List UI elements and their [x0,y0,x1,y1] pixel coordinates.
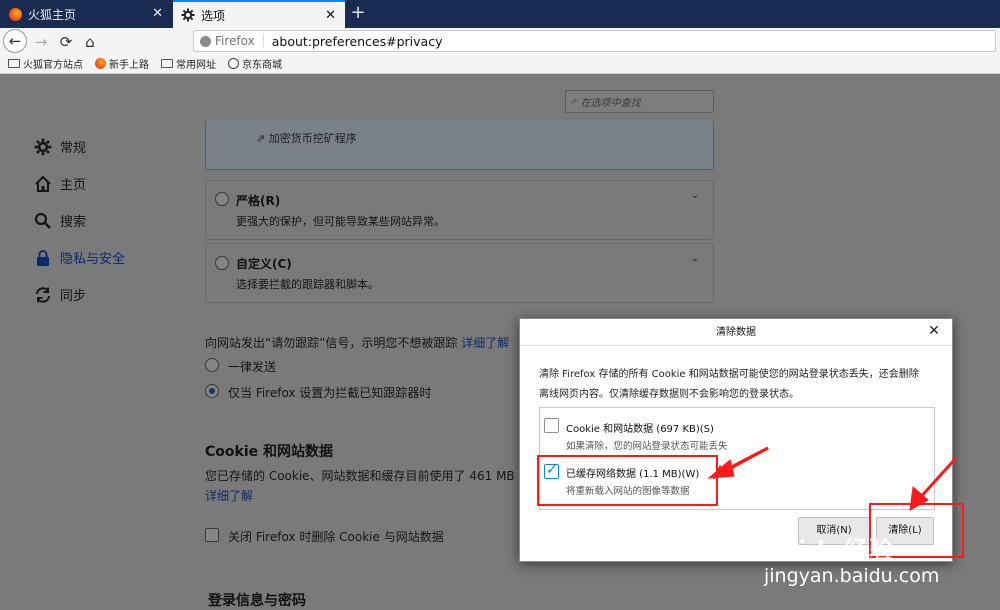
gear-icon [34,138,52,156]
tab-title: 火狐主页 [28,7,77,22]
cookies-heading: Cookie 和网站数据 [205,444,333,460]
bookmark-item[interactable]: 火狐官方站点 [8,56,83,71]
logins-heading: 登录信息与密码 [208,593,306,609]
gear-icon [181,8,195,22]
firefox-logo-icon [8,7,22,21]
strict-title: 严格(R) [236,194,281,208]
search-icon: ⌕ [571,96,577,107]
close-tab-icon[interactable]: ✕ [152,6,163,21]
chevron-down-icon[interactable]: ⌄ [691,253,699,264]
cryptominer-label: ⇗ 加密货币挖矿程序 [256,132,357,145]
home-icon [34,175,52,193]
home-button[interactable]: ⌂ [79,31,101,53]
category-label: 隐私与安全 [60,252,126,267]
new-tab-button[interactable]: + [346,2,370,26]
identity-label: Firefox [215,34,255,48]
delete-on-close-label: 关闭 Firefox 时删除 Cookie 与网站数据 [228,530,444,544]
cookies-usage-desc: 您已存储的 Cookie、网站数据和缓存目前使用了 461 MB 磁盘 [205,469,543,483]
custom-title: 自定义(C) [236,257,292,271]
bookmarks-bar: 火狐官方站点 新手上路 常用网址 京东商城 [0,54,1000,74]
category-search[interactable]: 搜索 [34,211,86,230]
dnt-learn-more-link[interactable]: 详细了解 [461,336,509,350]
category-label: 主页 [60,178,87,193]
dnt-tracking-only-radio[interactable] [205,384,219,398]
dnt-tracking-only-label: 仅当 Firefox 设置为拦截已知跟踪器时 [228,386,432,400]
url-text[interactable]: about:preferences#privacy [270,34,443,49]
category-home[interactable]: 主页 [34,174,86,193]
dialog-description: 清除 Firefox 存储的所有 Cookie 和网站数据可能使您的网站登录状态… [539,369,919,400]
close-icon[interactable]: ✕ [925,322,943,340]
cookies-learn-more-link[interactable]: 详细了解 [205,487,253,504]
firefox-logo-icon [200,35,211,47]
category-label: 搜索 [60,215,87,230]
forward-arrow-icon: → [34,33,48,51]
back-arrow-icon: ← [8,32,22,50]
custom-desc: 选择要拦截的跟踪器和脚本。 [236,278,379,291]
bookmark-label: 常用网址 [176,60,216,71]
cookies-site-data-desc: 如果清除，您的网站登录状态可能丢失 [566,441,728,452]
lock-icon [34,249,52,267]
annotation-highlight-cache [537,455,718,506]
identity-box[interactable]: Firefox [200,34,264,48]
delete-on-close-checkbox[interactable] [205,528,219,542]
bookmark-label: 火狐官方站点 [23,60,83,71]
category-label: 常规 [60,141,87,156]
standard-protection-box: ⇗ 加密货币挖矿程序 [205,120,714,170]
firefox-logo-icon [95,58,106,69]
sync-icon [34,286,52,304]
dialog-title: 清除数据 [520,319,952,346]
cookies-site-data-label: Cookie 和网站数据 (697 KB)(S) [566,424,714,435]
reload-button[interactable]: ⟳ [55,31,77,53]
preferences-search-input[interactable]: ⌕ 在选项中查找 [565,90,714,113]
bookmark-label: 新手上路 [109,60,149,71]
dnt-text: 向网站发出“请勿跟踪”信号，示明您不想被跟踪 [205,336,458,350]
custom-radio[interactable] [215,256,229,270]
category-general[interactable]: 常规 [34,137,86,156]
bookmark-label: 京东商城 [242,60,282,71]
search-icon [34,212,52,230]
home-icon: ⌂ [85,33,95,51]
baidu-jingyan-watermark: Baidu经验 [762,536,894,564]
chevron-down-icon[interactable]: ⌄ [691,190,699,201]
strict-radio[interactable] [215,192,229,206]
strict-desc: 更强大的保护，但可能导致某些网站异常。 [236,215,445,228]
dnt-always-radio[interactable] [205,358,219,372]
strict-option-box[interactable]: 严格(R) 更强大的保护，但可能导致某些网站异常。 ⌄ [205,180,714,240]
reload-icon: ⟳ [59,33,73,51]
bookmark-item[interactable]: 京东商城 [228,56,282,71]
search-placeholder: 在选项中查找 [580,98,641,109]
tab-options[interactable]: 选项 ✕ [173,0,345,28]
url-bar[interactable]: Firefox about:preferences#privacy [193,30,996,52]
tab-strip: 火狐主页 ✕ 选项 ✕ + [0,0,1000,28]
tab-firefox-home[interactable]: 火狐主页 ✕ [0,0,172,28]
back-button[interactable]: ← [3,29,27,53]
watermark-url: jingyan.baidu.com [764,565,940,587]
globe-icon [228,58,239,69]
category-label: 同步 [60,289,87,304]
bookmark-item[interactable]: 常用网址 [161,56,216,71]
folder-icon [161,59,173,68]
folder-icon [8,59,20,68]
forward-button[interactable]: → [30,31,52,53]
category-privacy[interactable]: 隐私与安全 [34,248,125,267]
nav-bar: ← → ⟳ ⌂ Firefox about:preferences#privac… [0,28,1000,54]
bookmark-item[interactable]: 新手上路 [95,56,149,71]
tab-title: 选项 [201,8,226,23]
close-tab-icon[interactable]: ✕ [325,8,336,23]
dnt-always-label: 一律发送 [228,360,277,374]
category-sync[interactable]: 同步 [34,285,86,304]
cookies-site-data-checkbox[interactable] [544,418,559,433]
dnt-description: 向网站发出“请勿跟踪”信号，示明您不想被跟踪 详细了解 [205,334,509,351]
custom-option-box[interactable]: 自定义(C) 选择要拦截的跟踪器和脚本。 ⌄ [205,243,714,303]
